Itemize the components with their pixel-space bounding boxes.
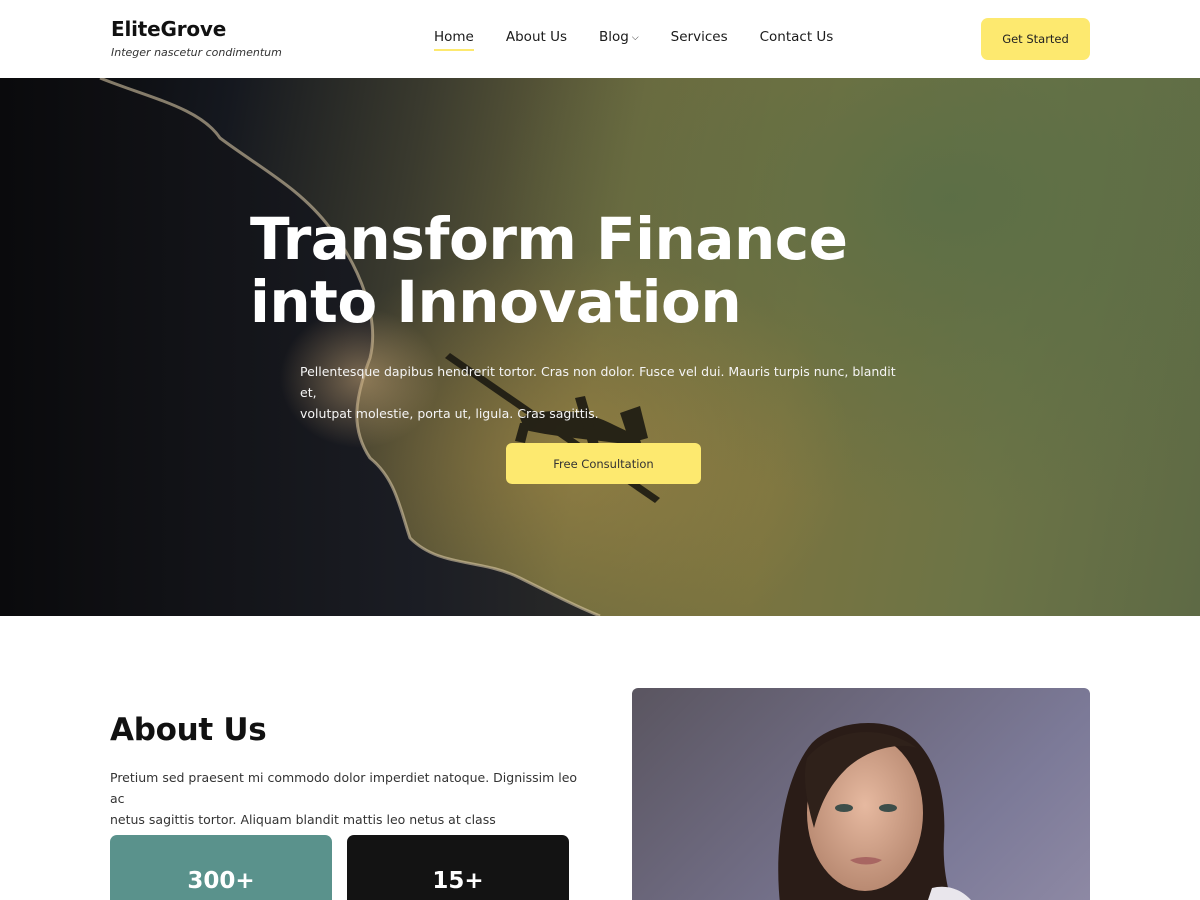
about-description-line1: Pretium sed praesent mi commodo dolor im… [110,770,578,806]
hero-title-line1: Transform Finance [250,205,848,273]
free-consultation-button[interactable]: Free Consultation [506,443,701,484]
about-title: About Us [110,712,267,748]
hero-description: Pellentesque dapibus hendrerit tortor. C… [300,361,900,424]
hero-title-line2: into Innovation [250,268,742,336]
stat-value: 15+ [432,868,484,894]
hero-background-image [0,78,660,616]
stat-card-clients: 300+ [110,835,332,900]
nav-item-home[interactable]: Home [434,29,474,51]
portrait-photo [778,723,971,900]
nav-item-about-us[interactable]: About Us [506,29,567,45]
get-started-button[interactable]: Get Started [981,18,1090,60]
about-portrait-image [632,688,1090,900]
nav-item-contact-us[interactable]: Contact Us [760,29,834,45]
hero-description-line1: Pellentesque dapibus hendrerit tortor. C… [300,364,896,400]
hero-description-line2: volutpat molestie, porta ut, ligula. Cra… [300,406,599,421]
nav-item-services[interactable]: Services [671,29,728,45]
site-header: EliteGrove Integer nascetur condimentum … [0,0,1200,78]
nav-item-blog[interactable]: Blog ⌵ [599,29,639,45]
hero-title: Transform Finance into Innovation [250,208,950,334]
stat-value: 300+ [187,868,255,894]
brand-tagline: Integer nascetur condimentum [111,46,282,59]
brand[interactable]: EliteGrove Integer nascetur condimentum [111,17,282,59]
hero-section: Transform Finance into Innovation Pellen… [0,78,1200,616]
nav-item-blog-label: Blog [599,29,629,45]
brand-title[interactable]: EliteGrove [111,17,282,41]
about-description: Pretium sed praesent mi commodo dolor im… [110,767,580,830]
main-nav: Home About Us Blog ⌵ Services Contact Us [434,29,865,51]
chevron-down-icon: ⌵ [631,33,639,43]
about-description-line2: netus sagittis tortor. Aliquam blandit m… [110,812,496,827]
stat-card-years: 15+ [347,835,569,900]
